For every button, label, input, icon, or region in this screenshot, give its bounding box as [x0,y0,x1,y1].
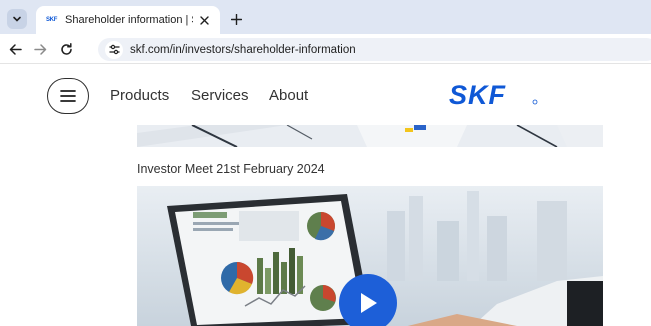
video-thumbnail[interactable] [137,186,603,326]
forward-button[interactable] [31,40,49,58]
close-icon [200,15,209,25]
back-arrow-icon [9,43,22,55]
tab-title: Shareholder information | SKF | [65,14,193,26]
web-page: Products Services About SKF Investor Mee… [0,65,651,326]
browser-toolbar: skf.com/in/investors/shareholder-informa… [0,34,651,64]
reload-icon [60,42,72,55]
play-button[interactable] [339,274,397,326]
new-tab-button[interactable] [226,9,246,29]
nav-link-products[interactable]: Products [110,87,169,104]
tab-close-button[interactable] [197,12,212,28]
active-tab[interactable]: SKF Shareholder information | SKF | [36,6,220,34]
address-bar[interactable]: skf.com/in/investors/shareholder-informa… [98,38,651,61]
hamburger-menu-icon [60,90,76,102]
menu-button[interactable] [47,78,89,114]
skf-favicon-icon: SKF [45,17,58,23]
play-icon [361,293,377,313]
logo-text: SKF [449,82,507,108]
plus-icon [230,13,242,25]
url-text: skf.com/in/investors/shareholder-informa… [130,43,356,56]
site-info-button[interactable] [105,40,123,59]
tab-search-button[interactable] [7,9,27,29]
nav-link-about[interactable]: About [269,87,308,104]
site-info-icon [108,44,120,55]
reload-button[interactable] [57,40,75,58]
nav-link-services[interactable]: Services [191,87,249,104]
chevron-down-icon [13,16,21,22]
site-header: Products Services About SKF [0,65,651,125]
back-button[interactable] [6,40,24,58]
forward-arrow-icon [33,43,46,55]
previous-image [137,125,603,147]
browser-tab-strip: SKF Shareholder information | SKF | [0,0,651,34]
skf-logo[interactable]: SKF [449,82,549,108]
video-caption: Investor Meet 21st February 2024 [137,162,325,176]
